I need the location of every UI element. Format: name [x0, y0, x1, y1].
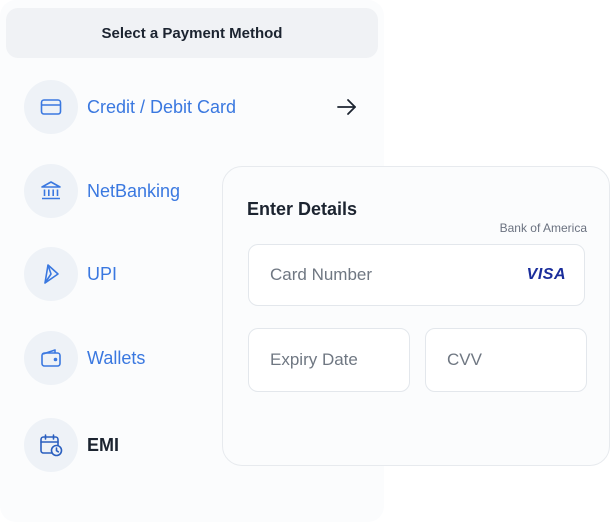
bank-name: Bank of America	[499, 221, 587, 235]
card-details-card: Enter Details Bank of America Card Numbe…	[222, 166, 610, 466]
upi-icon	[24, 247, 78, 301]
calendar-clock-icon	[24, 418, 78, 472]
method-label: Wallets	[87, 347, 146, 368]
expiry-date-placeholder: Expiry Date	[270, 350, 358, 369]
method-label: NetBanking	[87, 180, 181, 201]
method-label: Credit / Debit Card	[87, 96, 237, 117]
cvv-field[interactable]: CVV	[425, 328, 587, 392]
visa-logo: VISA	[526, 266, 566, 283]
method-label: EMI	[87, 434, 120, 455]
expiry-date-field[interactable]: Expiry Date	[248, 328, 410, 392]
arrow-right-icon	[337, 99, 356, 115]
bank-icon	[24, 164, 78, 218]
method-credit-debit-card[interactable]: Credit / Debit Card	[24, 80, 364, 134]
credit-card-icon	[24, 80, 78, 134]
method-label: UPI	[87, 263, 118, 284]
cvv-placeholder: CVV	[447, 350, 482, 369]
details-title: Enter Details	[247, 199, 358, 219]
wallet-icon	[24, 331, 78, 385]
card-number-field[interactable]: Card Number VISA	[248, 244, 585, 306]
panel-title: Select a Payment Method	[6, 8, 378, 58]
card-number-placeholder: Card Number	[270, 265, 373, 284]
